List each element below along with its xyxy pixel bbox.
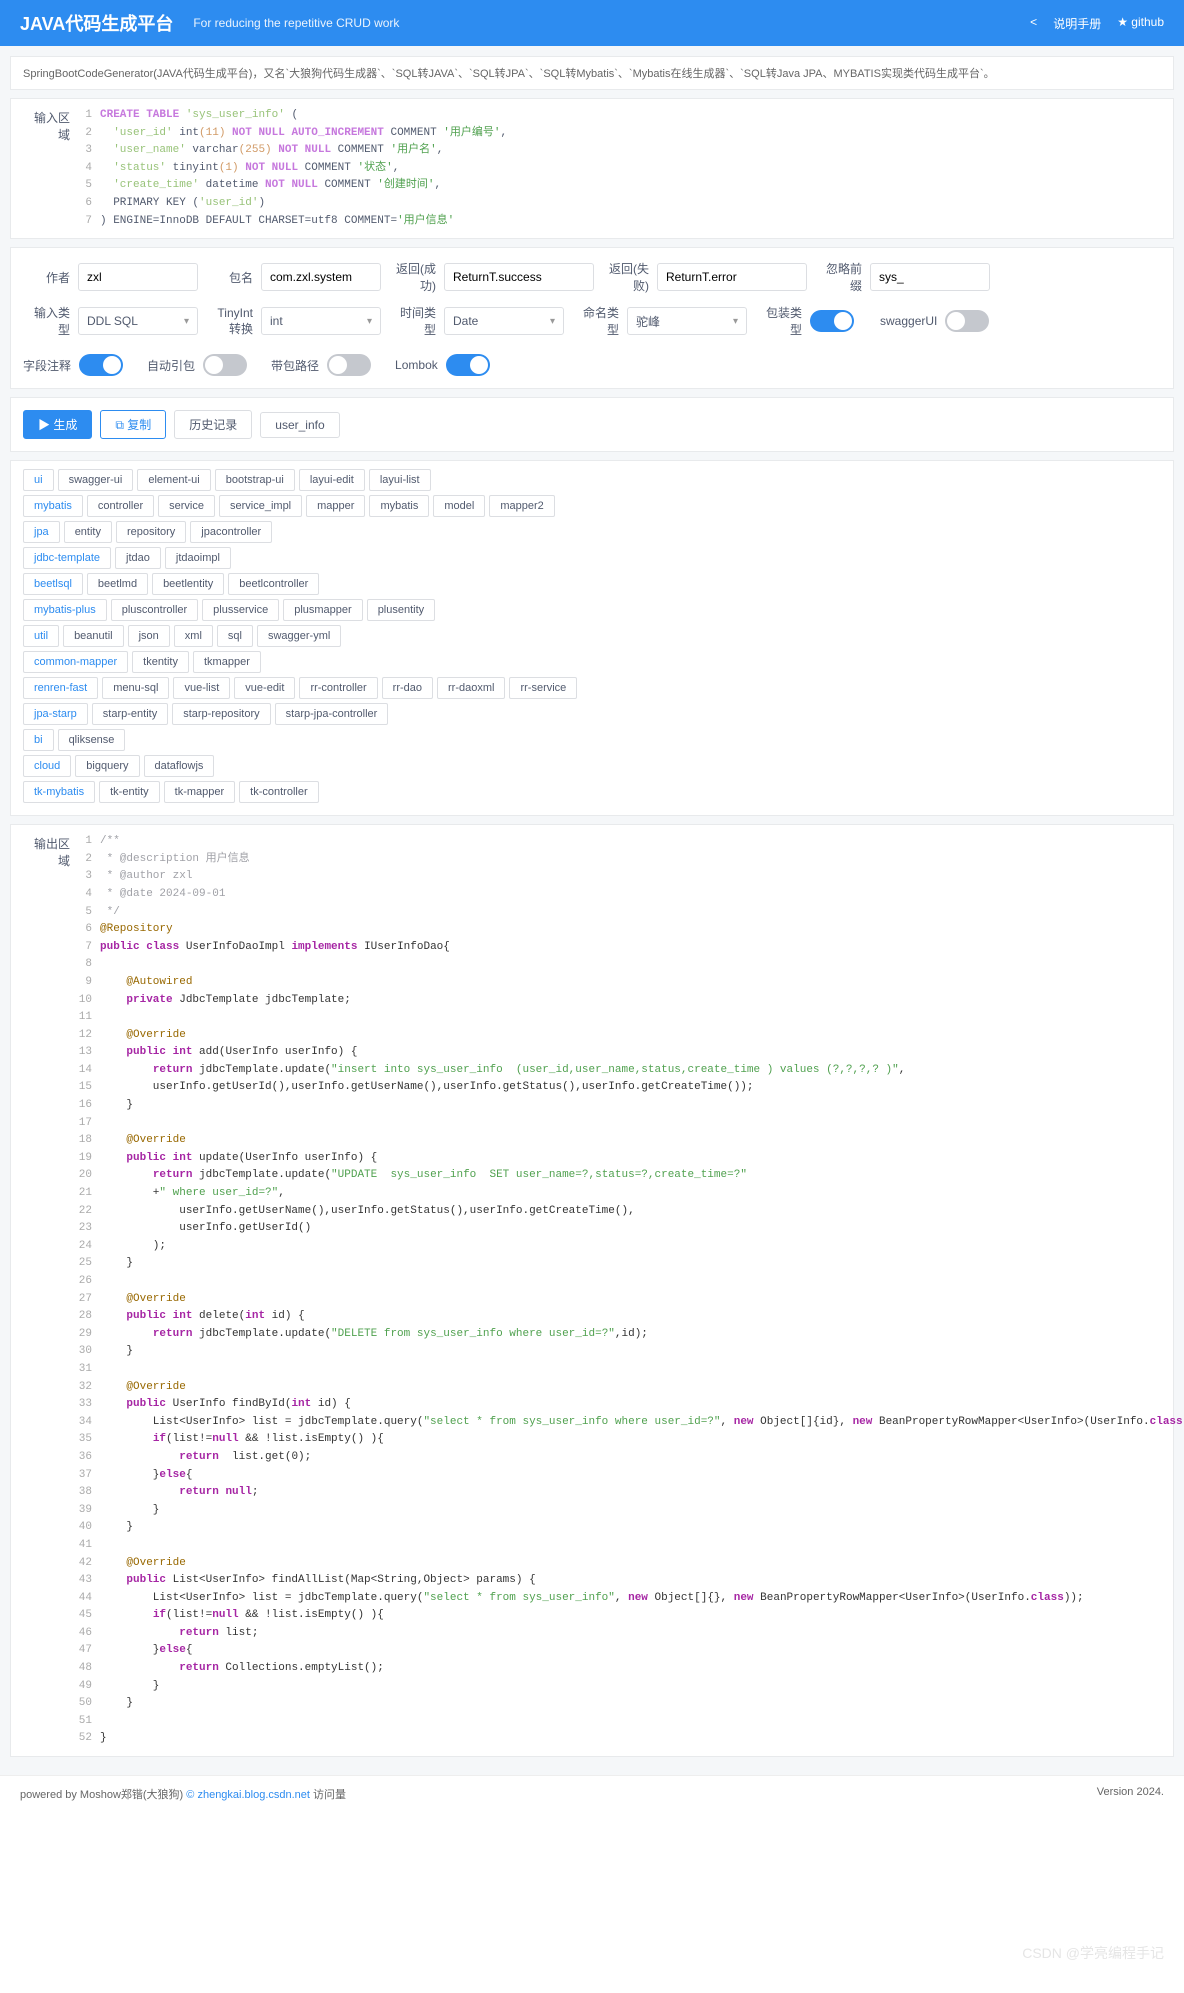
nameType-select[interactable]: 驼峰 [627,307,747,335]
tab-rr-daoxml[interactable]: rr-daoxml [437,677,505,699]
tab-layui-list[interactable]: layui-list [369,469,431,491]
tab-beetlentity[interactable]: beetlentity [152,573,224,595]
tab-mapper2[interactable]: mapper2 [489,495,554,517]
tab-plusservice[interactable]: plusservice [202,599,279,621]
inputType-select[interactable]: DDL SQL [78,307,198,335]
tab-group-jpa[interactable]: jpa [23,521,60,543]
tab-rr-controller[interactable]: rr-controller [299,677,377,699]
returnSuccess-input[interactable] [444,263,594,291]
tab-vue-list[interactable]: vue-list [173,677,230,699]
tab-service[interactable]: service [158,495,215,517]
tab-rr-dao[interactable]: rr-dao [382,677,433,699]
tab-sql[interactable]: sql [217,625,253,647]
tab-swagger-ui[interactable]: swagger-ui [58,469,134,491]
tab-tk-mapper[interactable]: tk-mapper [164,781,236,803]
tab-beetlmd[interactable]: beetlmd [87,573,148,595]
tab-starp-entity[interactable]: starp-entity [92,703,168,725]
tab-service_impl[interactable]: service_impl [219,495,302,517]
tab-starp-repository[interactable]: starp-repository [172,703,270,725]
tab-repository[interactable]: repository [116,521,186,543]
watermark: CSDN @学亮编程手记 [1022,1943,1164,1963]
share-icon[interactable]: < [1030,15,1037,32]
input-area-label: 输入区域 [23,107,78,143]
tab-tk-entity[interactable]: tk-entity [99,781,160,803]
tab-group-util[interactable]: util [23,625,59,647]
header-bar: JAVA代码生成平台 For reducing the repetitive C… [0,0,1184,46]
java-output-editor[interactable]: 1/**2 * @description 用户信息3 * @author zxl… [78,833,1184,1748]
tab-rr-service[interactable]: rr-service [509,677,577,699]
tab-qliksense[interactable]: qliksense [58,729,126,751]
tab-tkentity[interactable]: tkentity [132,651,189,673]
tab-model[interactable]: model [433,495,485,517]
tab-group-mybatis-plus[interactable]: mybatis-plus [23,599,107,621]
generate-button[interactable]: ▶ 生成 [23,410,92,439]
tab-group-ui[interactable]: ui [23,469,54,491]
footer-link[interactable]: © zhengkai.blog.csdn.net [186,1789,310,1801]
returnFail-input[interactable] [657,263,807,291]
author-input[interactable] [78,263,198,291]
footer: powered by Moshow郑锴(大狼狗) © zhengkai.blog… [0,1775,1184,1812]
sql-input-editor[interactable]: 1CREATE TABLE 'sys_user_info' (2 'user_i… [78,107,1161,230]
tab-beetlcontroller[interactable]: beetlcontroller [228,573,319,595]
ignorePrefix-input[interactable] [870,263,990,291]
tab-plusentity[interactable]: plusentity [367,599,435,621]
tab-jpacontroller[interactable]: jpacontroller [190,521,272,543]
description-text: SpringBootCodeGenerator(JAVA代码生成平台)，又名`大… [10,56,1174,90]
copy-button[interactable]: ⧉ 复制 [100,410,166,439]
tab-group-common-mapper[interactable]: common-mapper [23,651,128,673]
footer-version: Version 2024. [1097,1786,1164,1802]
swagger-switch[interactable] [945,310,989,332]
tab-group-cloud[interactable]: cloud [23,755,71,777]
timeType-select[interactable]: Date [444,307,564,335]
tab-element-ui[interactable]: element-ui [137,469,210,491]
package-type-switch[interactable] [810,310,854,332]
tab-bootstrap-ui[interactable]: bootstrap-ui [215,469,295,491]
manual-link[interactable]: 说明手册 [1053,15,1101,32]
tab-group-jdbc-template[interactable]: jdbc-template [23,547,111,569]
footer-powered: powered by Moshow郑锴(大狼狗) [20,1789,186,1801]
tab-starp-jpa-controller[interactable]: starp-jpa-controller [275,703,389,725]
template-tabs-panel: uiswagger-uielement-uibootstrap-uilayui-… [10,460,1174,816]
tab-pluscontroller[interactable]: pluscontroller [111,599,198,621]
tinyint-select[interactable]: int [261,307,381,335]
withPath-switch[interactable] [327,354,371,376]
tab-beanutil[interactable]: beanutil [63,625,124,647]
lombok-switch[interactable] [446,354,490,376]
tab-bigquery[interactable]: bigquery [75,755,139,777]
tab-layui-edit[interactable]: layui-edit [299,469,365,491]
tab-menu-sql[interactable]: menu-sql [102,677,169,699]
autoImport-switch[interactable] [203,354,247,376]
tab-dataflowjs[interactable]: dataflowjs [144,755,215,777]
history-button[interactable]: 历史记录 [174,410,252,439]
tab-group-mybatis[interactable]: mybatis [23,495,83,517]
app-title: JAVA代码生成平台 [20,10,173,36]
tab-jtdao[interactable]: jtdao [115,547,161,569]
fieldComment-switch[interactable] [79,354,123,376]
output-area-label: 输出区域 [23,833,78,869]
tab-xml[interactable]: xml [174,625,213,647]
tab-entity[interactable]: entity [64,521,112,543]
tab-swagger-yml[interactable]: swagger-yml [257,625,341,647]
tab-group-renren-fast[interactable]: renren-fast [23,677,98,699]
github-link[interactable]: ★ github [1117,15,1164,32]
package-input[interactable] [261,263,381,291]
tab-controller[interactable]: controller [87,495,154,517]
tab-group-jpa-starp[interactable]: jpa-starp [23,703,88,725]
tab-mapper[interactable]: mapper [306,495,365,517]
tab-group-beetlsql[interactable]: beetlsql [23,573,83,595]
options-form: 作者包名返回(成功)返回(失败)忽略前缀输入类型DDL SQLTinyInt转换… [23,256,1161,380]
tab-jtdaoimpl[interactable]: jtdaoimpl [165,547,231,569]
userinfo-button[interactable]: user_info [260,412,339,438]
tab-tk-controller[interactable]: tk-controller [239,781,318,803]
tab-json[interactable]: json [128,625,170,647]
tab-tkmapper[interactable]: tkmapper [193,651,261,673]
tab-vue-edit[interactable]: vue-edit [234,677,295,699]
tab-group-tk-mybatis[interactable]: tk-mybatis [23,781,95,803]
app-subtitle: For reducing the repetitive CRUD work [193,16,399,30]
tab-plusmapper[interactable]: plusmapper [283,599,362,621]
tab-mybatis[interactable]: mybatis [369,495,429,517]
tab-group-bi[interactable]: bi [23,729,54,751]
footer-visit: 访问量 [313,1789,346,1801]
